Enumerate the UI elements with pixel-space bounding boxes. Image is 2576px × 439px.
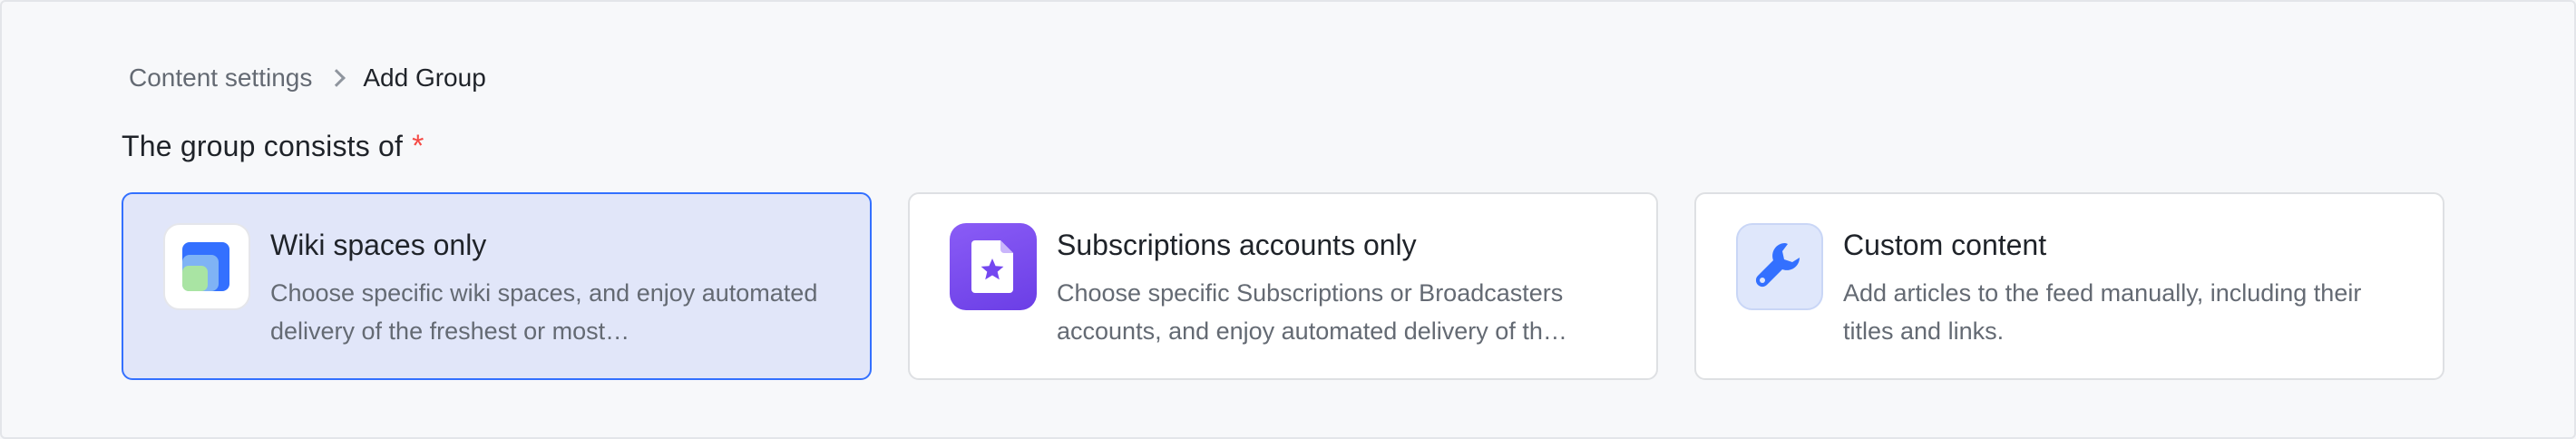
option-title: Subscriptions accounts only xyxy=(1057,229,1417,261)
wrench-icon xyxy=(1736,223,1823,310)
breadcrumb-current-page: Add Group xyxy=(363,63,486,92)
option-card-wiki-spaces[interactable]: Wiki spaces only Choose specific wiki sp… xyxy=(122,192,872,380)
breadcrumb: Content settings Add Group xyxy=(129,60,486,96)
option-description: Choose specific wiki spaces, and enjoy a… xyxy=(270,279,818,345)
group-type-options: Wiki spaces only Choose specific wiki sp… xyxy=(122,192,2444,380)
section-title-label: The group consists of xyxy=(122,130,404,162)
breadcrumb-content-settings-link[interactable]: Content settings xyxy=(129,63,312,93)
option-description: Choose specific Subscriptions or Broadca… xyxy=(1057,279,1567,345)
option-card-subscriptions[interactable]: Subscriptions accounts only Choose speci… xyxy=(908,192,1658,380)
chevron-right-icon xyxy=(327,69,346,87)
option-title: Custom content xyxy=(1843,229,2047,261)
section-title: The group consists of * xyxy=(122,129,424,164)
option-card-custom-content[interactable]: Custom content Add articles to the feed … xyxy=(1694,192,2444,380)
option-description: Add articles to the feed manually, inclu… xyxy=(1843,279,2362,345)
option-title: Wiki spaces only xyxy=(270,229,487,261)
required-asterisk: * xyxy=(412,129,424,163)
page-frame: Content settings Add Group The group con… xyxy=(0,0,2576,439)
wiki-spaces-icon xyxy=(163,223,250,310)
subscriptions-icon xyxy=(950,223,1037,310)
